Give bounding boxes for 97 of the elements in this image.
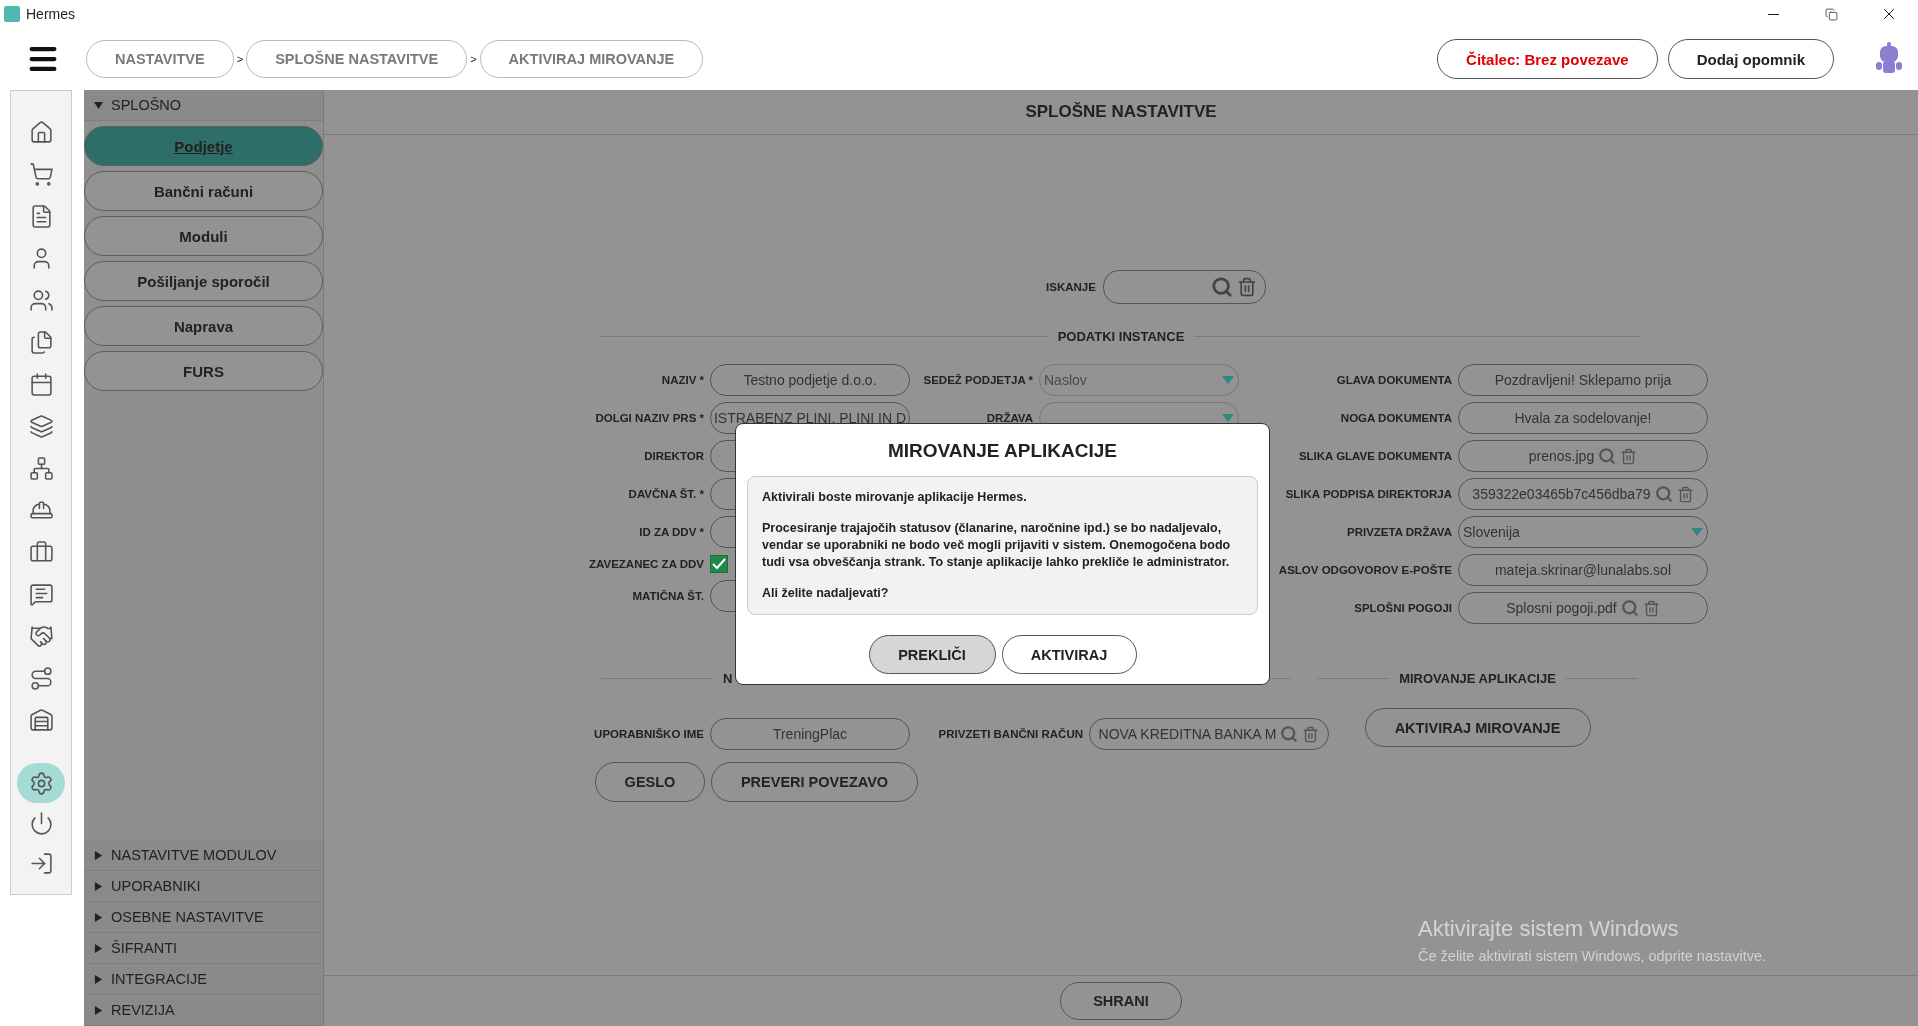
- restore-icon: [1824, 7, 1838, 21]
- field-label: ASLOV ODGOVOROV E-POŠTE: [1278, 564, 1452, 576]
- sidebar-section-header[interactable]: SPLOŠNO: [84, 90, 323, 121]
- field-value: Hvala za sodelovanje!: [1514, 410, 1652, 426]
- settings-button[interactable]: [17, 763, 65, 803]
- field-label: GLAVA DOKUMENTA: [1336, 374, 1452, 386]
- power-icon: [28, 810, 54, 836]
- dialog-message: Aktivirali boste mirovanje aplikacije Hermes.: [762, 489, 1028, 506]
- house-icon: [28, 707, 54, 733]
- sidebar-section-header[interactable]: ŠIFRANTI: [84, 933, 323, 964]
- field-label: MATIČNA ŠT.: [632, 590, 704, 602]
- checkbox[interactable]: [710, 555, 728, 573]
- sidebar-item[interactable]: Podjetje: [84, 126, 323, 166]
- field-placeholder: Naslov: [1044, 372, 1088, 388]
- users-icon: [28, 287, 54, 313]
- field-label: DAVČNA ŠT. *: [628, 488, 704, 500]
- page-title: SPLOŠNE NASTAVITVE: [1025, 102, 1217, 122]
- collapsed-triangle-icon: [94, 881, 103, 891]
- sidebar-item[interactable]: Pošiljanje sporočil: [84, 261, 323, 301]
- collapsed-triangle-icon: [94, 974, 103, 984]
- collapsed-triangle-icon: [94, 943, 103, 953]
- field-value: ISTRABENZ PLINI, PLINI IN D: [713, 410, 907, 426]
- field-value: TreningPlac: [772, 726, 848, 742]
- breadcrumb[interactable]: AKTIVIRAJ MIROVANJE: [479, 40, 704, 78]
- collapsed-triangle-icon: [94, 1005, 103, 1015]
- login-icon: [28, 850, 54, 876]
- field-label: SEDEŽ PODJETJA *: [923, 374, 1033, 386]
- sidebar-section-header[interactable]: UPORABNIKI: [84, 871, 323, 902]
- app-logo-icon: [4, 6, 20, 22]
- breadcrumb[interactable]: NASTAVITVE: [86, 40, 234, 78]
- avatar-icon[interactable]: [1874, 42, 1904, 76]
- field-label: ID ZA DDV *: [639, 526, 704, 538]
- search-icon[interactable]: [1210, 276, 1233, 298]
- section-title: N: [723, 670, 733, 686]
- sidebar-item[interactable]: Bančni računi: [84, 171, 323, 211]
- sidebar-item[interactable]: Moduli: [84, 216, 323, 256]
- search-field[interactable]: [1102, 270, 1266, 304]
- sidebar-section-header[interactable]: OSEBNE NASTAVITVE: [84, 902, 323, 933]
- home-icon: [28, 119, 54, 145]
- dialog-message: Ali želite nadaljevati?: [762, 585, 890, 602]
- sidebar-section-header[interactable]: REVIZIJA: [84, 995, 323, 1026]
- field-value: Testno podjetje d.o.o.: [743, 372, 877, 388]
- search-label: ISKANJE: [1046, 281, 1096, 293]
- field-value: mateja.skrinar@lunalabs.sol: [1494, 562, 1672, 578]
- section-title: PODATKI INSTANCE: [1057, 328, 1185, 344]
- breadcrumb-separator: >: [470, 53, 477, 65]
- sidebar-item[interactable]: FURS: [84, 351, 323, 391]
- route-icon: [28, 665, 54, 691]
- activation-notice-title: Aktivirajte sistem Windows: [1418, 916, 1680, 942]
- field-value: Splosni pogoji.pdf: [1506, 600, 1617, 616]
- field-label: SLIKA PODPISA DIREKTORJA: [1285, 488, 1452, 500]
- collapsed-triangle-icon: [94, 850, 103, 860]
- handshake-icon: [28, 623, 54, 649]
- activate-button[interactable]: AKTIVIRAJ: [1001, 635, 1137, 674]
- field-value: Slovenija: [1463, 524, 1521, 540]
- field-label: DOLGI NAZIV PRS *: [595, 412, 704, 424]
- documents-icon: [28, 329, 54, 355]
- breadcrumb[interactable]: SPLOŠNE NASTAVITVE: [246, 40, 468, 78]
- cart-icon: [28, 161, 54, 187]
- calendar-icon: [28, 371, 54, 397]
- field-label: ZAVEZANEC ZA DDV: [589, 558, 704, 570]
- field-value: prenos.jpg: [1528, 448, 1595, 464]
- field-label: NAZIV *: [661, 374, 704, 386]
- activation-notice-text: Če želite aktivirati sistem Windows, odprite nastavitve.: [1418, 948, 1767, 964]
- field-label: NOGA DOKUMENTA: [1340, 412, 1452, 424]
- layers-icon: [28, 413, 54, 439]
- field-value: Pozdravljeni! Sklepamo prija: [1494, 372, 1672, 388]
- sidebar-item[interactable]: Naprava: [84, 306, 323, 346]
- network-icon: [28, 455, 54, 481]
- window-title: Hermes: [26, 6, 75, 22]
- field-label: PRIVZETA DRŽAVA: [1347, 526, 1452, 538]
- chat-icon: [28, 581, 54, 607]
- dropdown-caret-icon: [1691, 528, 1703, 536]
- reader-status-button[interactable]: Čitalec: Brez povezave: [1437, 39, 1658, 79]
- field-label: SLIKA GLAVE DOKUMENTA: [1298, 450, 1452, 462]
- dropdown-caret-icon: [1222, 376, 1234, 384]
- expanded-triangle-icon: [94, 100, 103, 110]
- sidebar-section-header[interactable]: INTEGRACIJE: [84, 964, 323, 995]
- field-value: 359322e03465b7c456dba79: [1472, 486, 1651, 502]
- field-label: SPLOŠNI POGOJI: [1354, 602, 1452, 614]
- briefcase-icon: [28, 539, 54, 565]
- dialog-title: MIROVANJE APLIKACIJE: [887, 440, 1118, 462]
- trash-icon[interactable]: [1236, 277, 1257, 297]
- field-label: DRŽAVA: [986, 412, 1033, 424]
- minimize-icon: [1767, 13, 1779, 15]
- section-title: MIROVANJE APLIKACIJE: [1399, 670, 1556, 686]
- field-value: NOVA KREDITNA BANKA M: [1098, 726, 1277, 742]
- breadcrumb-separator: >: [236, 53, 244, 65]
- collapsed-triangle-icon: [94, 912, 103, 922]
- field-label: DIREKTOR: [644, 450, 704, 462]
- reminder-button[interactable]: Dodaj opomnik: [1667, 39, 1834, 79]
- field-label: PRIVZETI BANČNI RAČUN: [938, 728, 1083, 740]
- dialog-message: Procesiranje trajajočih statusov (članarine, naročnine ipd.) se bo nadaljevalo, vendar se uporabniki ne bodo več mogli prijaviti v sistem. Onemogočena bodo tudi vsa obveščanja strank. To stanje aplikacije lahko prekliče le administrator.: [762, 520, 1232, 571]
- field-label: UPORABNIŠKO IME: [594, 728, 704, 740]
- sidebar-section-header[interactable]: NASTAVITVE MODULOV: [84, 840, 323, 871]
- cancel-button[interactable]: PREKLIČI: [868, 635, 996, 674]
- settings-icon: [28, 770, 54, 796]
